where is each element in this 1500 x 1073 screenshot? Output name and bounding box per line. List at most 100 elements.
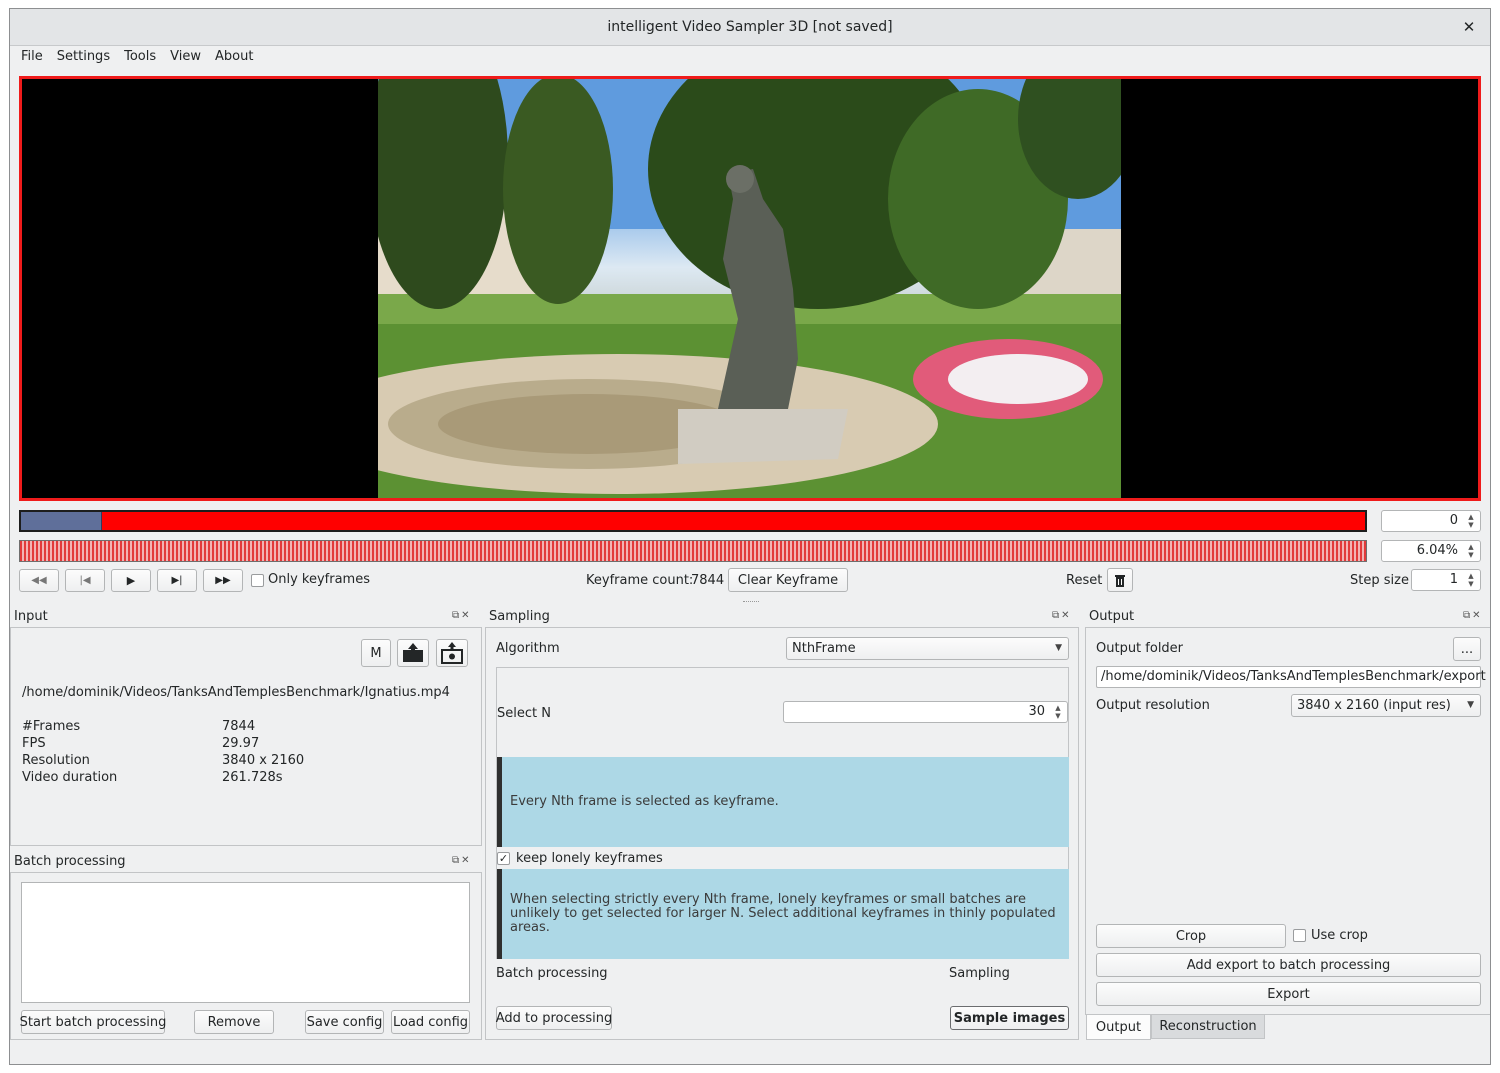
next-keyframe-button[interactable]: ▶| — [157, 569, 197, 592]
algorithm-settings: Select N 30 ▲ ▼ Every Nth frame is select… — [496, 667, 1069, 959]
step-size-spinbox[interactable]: 1 ▲ ▼ — [1411, 569, 1481, 591]
chevron-down-icon: ▼ — [1055, 643, 1062, 653]
info-resolution-key: Resolution — [22, 753, 90, 768]
save-config-button[interactable]: Save config — [305, 1010, 384, 1034]
menu-settings[interactable]: Settings — [50, 49, 117, 64]
video-frame — [378, 79, 1121, 498]
dock-float-close-icon[interactable]: ⧉✕ — [1463, 610, 1483, 621]
frame-slider-handle[interactable] — [21, 512, 102, 530]
crop-button[interactable]: Crop — [1096, 924, 1286, 948]
spin-arrows-icon[interactable]: ▲ ▼ — [1465, 543, 1477, 559]
add-export-button[interactable]: Add export to batch processing — [1096, 953, 1481, 977]
frame-spinbox[interactable]: 0 ▲ ▼ — [1381, 510, 1481, 532]
output-dock-title: Output — [1089, 609, 1135, 624]
batch-list[interactable] — [21, 882, 470, 1003]
start-batch-button[interactable]: Start batch processing — [20, 1010, 166, 1034]
menu-tools[interactable]: Tools — [117, 49, 163, 64]
upload-folder-icon — [403, 643, 423, 662]
spin-arrows-icon[interactable]: ▲ ▼ — [1465, 513, 1477, 529]
spin-arrows-icon[interactable]: ▲ ▼ — [1465, 572, 1477, 588]
browse-folder-button[interactable]: ... — [1453, 637, 1481, 661]
keyframe-count-label: Keyframe count: — [586, 573, 694, 588]
info-resolution-value: 3840 x 2160 — [222, 753, 305, 768]
info-fps-value: 29.97 — [222, 736, 260, 751]
algorithm-select[interactable]: NthFrame ▼ — [786, 637, 1069, 660]
metadata-button[interactable]: M — [361, 639, 391, 667]
nth-frame-info: Every Nth frame is selected as keyframe. — [497, 757, 1069, 847]
select-n-spinbox[interactable]: 30 ▲ ▼ — [783, 701, 1068, 723]
reset-button[interactable] — [1107, 568, 1133, 592]
output-resolution-value: 3840 x 2160 (input res) — [1297, 698, 1451, 713]
open-video-button[interactable] — [436, 639, 468, 667]
nth-frame-info-text: Every Nth frame is selected as keyframe. — [510, 794, 779, 809]
video-load-icon — [441, 642, 463, 664]
window-title: intelligent Video Sampler 3D [not saved] — [607, 19, 893, 35]
select-n-label: Select N — [497, 706, 551, 721]
lonely-keyframes-info-text: When selecting strictly every Nth frame,… — [510, 892, 1056, 935]
only-keyframes-label: Only keyframes — [268, 572, 370, 587]
lonely-keyframes-info: When selecting strictly every Nth frame,… — [497, 869, 1069, 959]
output-resolution-label: Output resolution — [1096, 698, 1210, 713]
keyframe-timeline[interactable] — [19, 540, 1367, 562]
output-folder-value: /home/dominik/Videos/TanksAndTemplesBenc… — [1101, 669, 1486, 684]
step-size-value: 1 — [1449, 572, 1458, 587]
only-keyframes-checkbox[interactable] — [251, 574, 264, 587]
close-icon[interactable]: ✕ — [1460, 18, 1478, 36]
play-icon: ▶ — [126, 574, 136, 587]
batch-dock-title: Batch processing — [14, 854, 126, 869]
use-crop-label: Use crop — [1311, 928, 1368, 943]
chevron-down-icon: ▼ — [1467, 700, 1474, 710]
menu-view[interactable]: View — [163, 49, 208, 64]
tab-output[interactable]: Output — [1086, 1015, 1151, 1040]
sample-images-button[interactable]: Sample images — [950, 1006, 1069, 1030]
frame-value: 0 — [1449, 513, 1458, 528]
sampling-dock-title: Sampling — [489, 609, 550, 624]
load-config-button[interactable]: Load config — [391, 1010, 470, 1034]
step-size-label: Step size — [1350, 573, 1409, 588]
info-fps-key: FPS — [22, 736, 46, 751]
clear-keyframe-button[interactable]: Clear Keyframe — [728, 568, 848, 592]
rewind-button[interactable]: ◀◀ — [19, 569, 59, 592]
algorithm-label: Algorithm — [496, 641, 560, 656]
reset-label: Reset — [1066, 573, 1103, 588]
info-frames-value: 7844 — [222, 719, 256, 734]
skip-forward-icon: ▶| — [171, 575, 183, 586]
menu-file[interactable]: File — [14, 49, 50, 64]
keyframe-count-value: 7844 — [691, 573, 725, 588]
zoom-spinbox[interactable]: 6.04% ▲ ▼ — [1381, 540, 1481, 562]
batch-panel: Start batch processing Remove Save confi… — [10, 872, 482, 1040]
play-button[interactable]: ▶ — [111, 569, 151, 592]
algorithm-value: NthFrame — [792, 641, 856, 656]
input-panel: M /home/dominik/Videos/TanksAndTemplesBe… — [10, 627, 482, 846]
open-file-button[interactable] — [397, 639, 429, 667]
app-window: intelligent Video Sampler 3D [not saved]… — [9, 8, 1491, 1065]
use-crop-checkbox[interactable] — [1293, 929, 1306, 942]
dock-float-close-icon[interactable]: ⧉✕ — [452, 855, 472, 866]
trash-icon — [1115, 575, 1125, 587]
dock-float-close-icon[interactable]: ⧉✕ — [452, 610, 472, 621]
output-folder-label: Output folder — [1096, 641, 1184, 656]
remove-batch-button[interactable]: Remove — [194, 1010, 274, 1034]
sampling-panel: Algorithm NthFrame ▼ Select N 30 ▲ ▼ Ever… — [485, 627, 1079, 1040]
dock-float-close-icon[interactable]: ⧉✕ — [1052, 610, 1072, 621]
output-panel: Output folder ... /home/dominik/Videos/T… — [1085, 627, 1490, 1015]
select-n-value: 30 — [1028, 704, 1045, 719]
output-resolution-select[interactable]: 3840 x 2160 (input res) ▼ — [1291, 694, 1481, 717]
video-viewer[interactable] — [19, 76, 1481, 501]
info-duration-value: 261.728s — [222, 770, 283, 785]
export-button[interactable]: Export — [1096, 982, 1481, 1006]
fast-forward-button[interactable]: ▶▶ — [203, 569, 243, 592]
splitter-handle[interactable] — [743, 601, 759, 604]
keep-lonely-checkbox[interactable]: ✓ — [497, 852, 510, 865]
fast-forward-icon: ▶▶ — [215, 575, 231, 586]
prev-keyframe-button[interactable]: |◀ — [65, 569, 105, 592]
menu-bar: File Settings Tools View About — [10, 46, 1490, 66]
output-folder-input[interactable]: /home/dominik/Videos/TanksAndTemplesBenc… — [1096, 666, 1486, 688]
batch-processing-label: Batch processing — [496, 966, 608, 981]
frame-slider[interactable] — [19, 510, 1367, 532]
menu-about[interactable]: About — [208, 49, 260, 64]
input-dock-title: Input — [14, 609, 48, 624]
tab-reconstruction[interactable]: Reconstruction — [1151, 1015, 1265, 1039]
spin-arrows-icon[interactable]: ▲ ▼ — [1052, 704, 1064, 720]
add-to-processing-button[interactable]: Add to processing — [496, 1006, 612, 1030]
